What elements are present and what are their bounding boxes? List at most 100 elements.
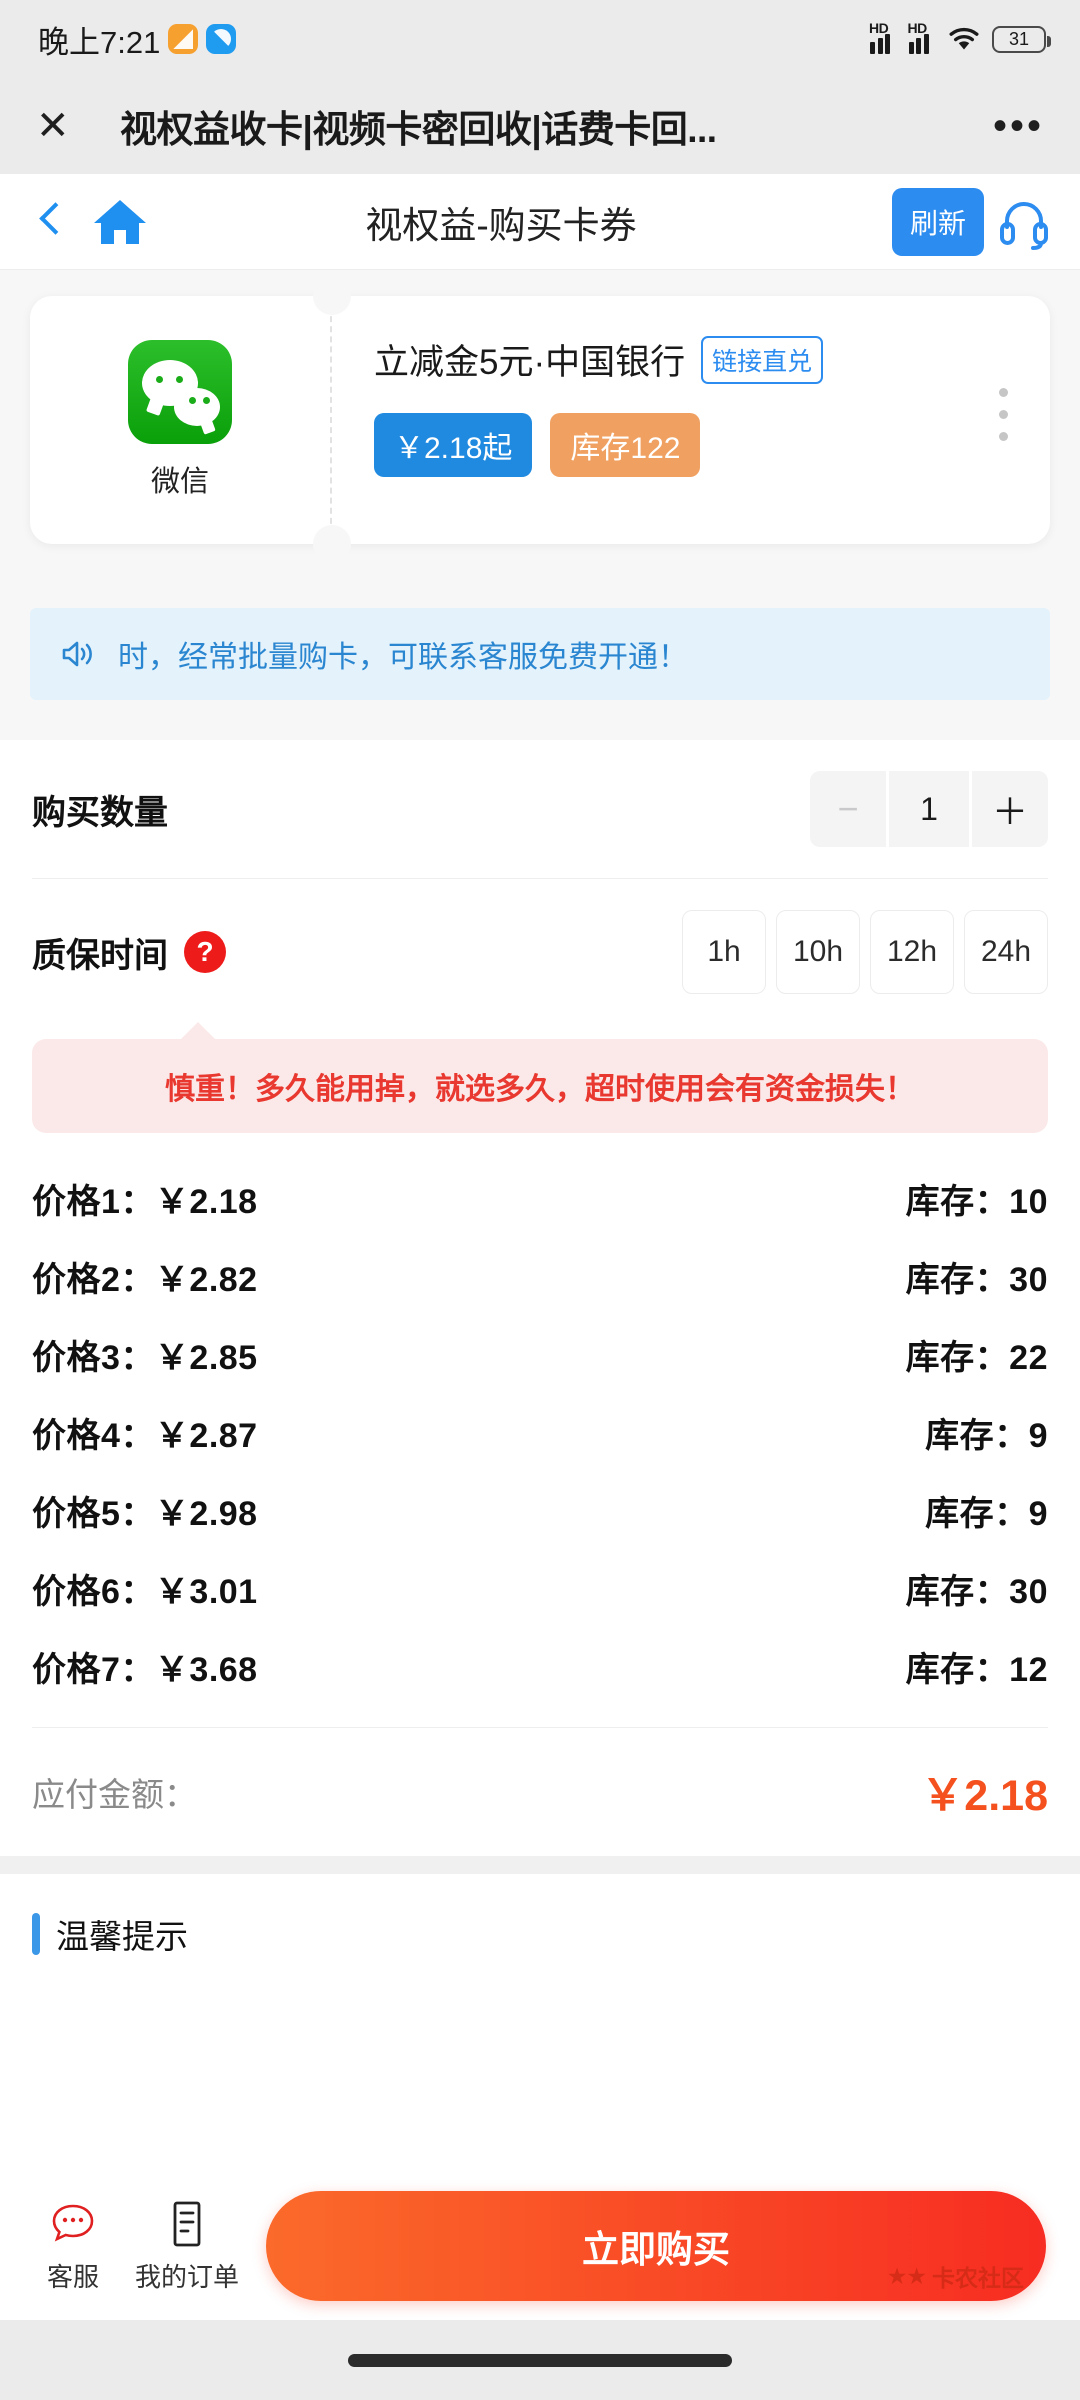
status-time: 晚上7:21	[38, 24, 161, 60]
stock-label: 库存：10	[905, 1182, 1048, 1221]
stock-pill: 库存122	[550, 413, 701, 477]
tips-title: 温馨提示	[56, 1918, 188, 1955]
buy-now-label: 立即购买	[582, 2229, 730, 2270]
table-row: 价格3：￥2.85 库存：22	[32, 1315, 1048, 1393]
bottom-action-bar: 客服 我的订单 立即购买 ★★ 卡农社区	[0, 2172, 1080, 2320]
guarantee-label-group: 质保时间 ?	[32, 928, 226, 977]
bottom-service-label: 客服	[46, 2261, 99, 2292]
status-bar: 晚上7:21 HD HD 31	[0, 0, 1080, 78]
guarantee-options: 1h 10h 12h 24h	[672, 910, 1048, 994]
quantity-value[interactable]: 1	[889, 771, 969, 847]
hd-label-2: HD	[907, 20, 928, 36]
total-row: 应付金额： ￥2.18	[32, 1728, 1048, 1856]
product-title: 立减金5元·中国银行	[374, 343, 686, 382]
stock-label: 库存：22	[905, 1338, 1048, 1377]
product-pills: ￥2.18起 库存122	[374, 413, 1050, 477]
quantity-decrease-button[interactable]: −	[810, 771, 886, 847]
back-chevron-icon[interactable]	[30, 200, 74, 244]
buy-now-button[interactable]: 立即购买 ★★ 卡农社区	[266, 2191, 1046, 2301]
section-gap	[0, 1856, 1080, 1874]
guarantee-row: 质保时间 ? 1h 10h 12h 24h	[32, 879, 1048, 1025]
quantity-increase-button[interactable]: ＋	[972, 771, 1048, 847]
total-value: ￥2.18	[921, 1772, 1048, 1820]
guarantee-warning: 慎重！多久能用掉，就选多久，超时使用会有资金损失！	[32, 1022, 1048, 1133]
table-row: 价格7：￥3.68 库存：12	[32, 1627, 1048, 1705]
quantity-stepper[interactable]: − 1 ＋	[810, 771, 1048, 847]
quantity-label: 购买数量	[32, 793, 168, 832]
speaker-icon	[60, 639, 96, 669]
status-bar-right: HD HD 31	[869, 20, 1051, 54]
page-title: 视权益收卡|视频卡密回收|话费卡回...	[120, 109, 717, 150]
phone-screen: 晚上7:21 HD HD 31 ✕ 视权益收卡|视频卡密回收|话费卡回... •…	[0, 0, 1080, 2400]
price-label: 价格7：￥3.68	[32, 1650, 258, 1689]
order-list-icon	[162, 2199, 212, 2249]
hd-label-1: HD	[869, 20, 889, 36]
battery-level: 31	[1008, 28, 1030, 49]
nav-title: 视权益-购买卡券	[365, 204, 637, 246]
signal-hd-icon: HD	[869, 20, 898, 54]
bottom-orders-label: 我的订单	[134, 2261, 239, 2292]
table-row: 价格4：￥2.87 库存：9	[32, 1393, 1048, 1471]
status-bar-left: 晚上7:21	[38, 17, 237, 62]
content-area: 微信 立减金5元·中国银行 链接直兑 ￥2.18起 库存122 时，经常批量购卡…	[0, 270, 1080, 1958]
guarantee-warning-text: 慎重！多久能用掉，就选多久，超时使用会有资金损失！	[165, 1073, 915, 1106]
product-brand: 微信	[30, 296, 330, 544]
app-orange-icon	[168, 24, 199, 54]
signal-hd-icon-2: HD	[908, 20, 937, 54]
watermark-text: 卡农社区	[932, 2265, 1024, 2291]
battery-icon: 31	[992, 25, 1051, 53]
price-pill: ￥2.18起	[374, 413, 533, 477]
brand-label: 微信	[150, 466, 209, 498]
price-label: 价格4：￥2.87	[32, 1416, 258, 1455]
help-icon[interactable]: ?	[184, 931, 226, 973]
stock-label: 库存：9	[925, 1494, 1048, 1533]
tips-accent-bar	[32, 1913, 40, 1955]
guarantee-option-24h[interactable]: 24h	[964, 910, 1048, 994]
tips-section: 温馨提示	[0, 1874, 1080, 1958]
watermark-logo-icon: ★★	[886, 2262, 927, 2289]
chat-icon	[48, 2199, 98, 2249]
home-icon[interactable]	[90, 196, 150, 248]
table-row: 价格5：￥2.98 库存：9	[32, 1471, 1048, 1549]
bottom-orders-button[interactable]: 我的订单	[134, 2199, 240, 2294]
home-indicator[interactable]	[348, 2353, 732, 2367]
purchase-panel: 购买数量 − 1 ＋ 质保时间 ? 1h 10h 12h 24h 慎重！多久能用…	[0, 740, 1080, 1856]
stock-label: 库存：30	[905, 1572, 1048, 1611]
product-info: 立减金5元·中国银行 链接直兑 ￥2.18起 库存122	[330, 296, 1050, 544]
quantity-row: 购买数量 − 1 ＋	[32, 740, 1048, 878]
product-card[interactable]: 微信 立减金5元·中国银行 链接直兑 ￥2.18起 库存122	[30, 277, 1050, 563]
stock-label: 库存：12	[905, 1650, 1048, 1689]
stock-label: 库存：30	[905, 1260, 1048, 1299]
webview-title-bar: ✕ 视权益收卡|视频卡密回收|话费卡回... •••	[0, 78, 1080, 174]
price-label: 价格5：￥2.98	[32, 1494, 258, 1533]
refresh-button[interactable]: 刷新	[891, 187, 984, 256]
guarantee-option-10h[interactable]: 10h	[776, 910, 860, 994]
product-card-wrap: 微信 立减金5元·中国银行 链接直兑 ￥2.18起 库存122	[0, 270, 1080, 563]
notice-bar[interactable]: 时，经常批量购卡，可联系客服免费开通！	[30, 608, 1050, 700]
card-more-icon[interactable]	[999, 388, 1008, 441]
wechat-icon	[128, 340, 232, 444]
headset-icon[interactable]	[996, 194, 1052, 250]
watermark: ★★ 卡农社区	[887, 2259, 1024, 2293]
product-title-row: 立减金5元·中国银行 链接直兑	[374, 334, 1050, 385]
price-label: 价格6：￥3.01	[32, 1572, 258, 1611]
price-list: 价格1：￥2.18 库存：10 价格2：￥2.82 库存：30 价格3：￥2.8…	[32, 1133, 1048, 1705]
price-label: 价格1：￥2.18	[32, 1182, 258, 1221]
more-menu-icon[interactable]: •••	[993, 106, 1044, 146]
status-badge: 链接直兑	[701, 335, 824, 384]
price-label: 价格3：￥2.85	[32, 1338, 258, 1377]
guarantee-label: 质保时间	[32, 936, 168, 975]
stock-label: 库存：9	[925, 1416, 1048, 1455]
close-icon[interactable]: ✕	[36, 106, 92, 146]
table-row: 价格6：￥3.01 库存：30	[32, 1549, 1048, 1627]
tips-header: 温馨提示	[32, 1910, 1048, 1958]
guarantee-option-12h[interactable]: 12h	[870, 910, 954, 994]
app-blue-icon	[206, 24, 237, 54]
notice-wrap: 时，经常批量购卡，可联系客服免费开通！	[0, 544, 1080, 700]
table-row: 价格2：￥2.82 库存：30	[32, 1237, 1048, 1315]
wifi-icon	[947, 26, 981, 52]
bottom-service-button[interactable]: 客服	[20, 2199, 126, 2294]
price-label: 价格2：￥2.82	[32, 1260, 258, 1299]
notice-text: 时，经常批量购卡，可联系客服免费开通！	[118, 641, 688, 674]
guarantee-option-1h[interactable]: 1h	[682, 910, 766, 994]
